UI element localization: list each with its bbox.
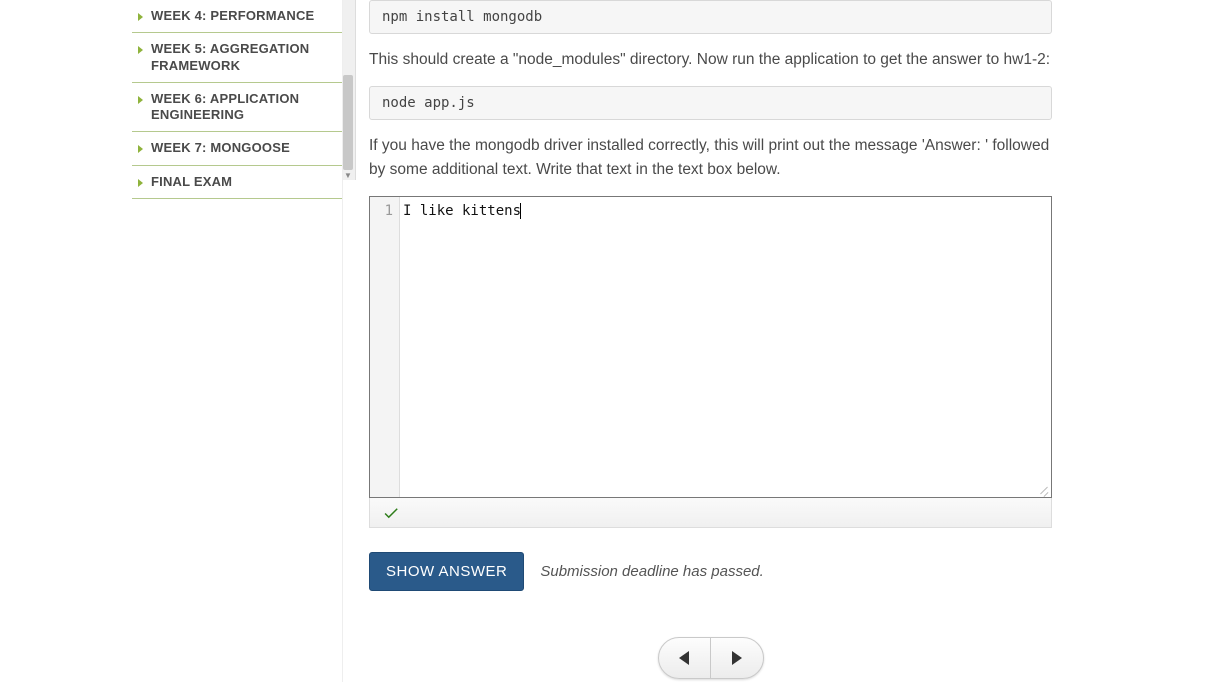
lesson-nav [369, 637, 1052, 679]
prev-button[interactable] [659, 638, 711, 678]
deadline-text: Submission deadline has passed. [540, 563, 763, 580]
checkmark-icon [380, 504, 402, 522]
course-sidebar: Week 4: Performance Week 5: Aggregation … [132, 0, 342, 682]
editor-gutter: 1 [370, 197, 400, 497]
sidebar-item-label: Week 6: Application Engineering [151, 91, 332, 124]
sidebar-item-label: Final Exam [151, 174, 232, 190]
chevron-right-icon [138, 145, 143, 153]
line-number: 1 [370, 203, 393, 219]
sidebar-item-week5[interactable]: Week 5: Aggregation Framework [132, 33, 342, 83]
triangle-left-icon [679, 651, 689, 665]
next-button[interactable] [711, 638, 763, 678]
sidebar-item-week7[interactable]: Week 7: Mongoose [132, 132, 342, 165]
sidebar-item-final-exam[interactable]: Final Exam [132, 166, 342, 199]
editor-text: I like kittens [403, 203, 521, 219]
answer-status-row [369, 498, 1052, 528]
answer-editor[interactable]: 1 I like kittens [369, 196, 1052, 498]
chevron-right-icon [138, 96, 143, 104]
sidebar-item-week6[interactable]: Week 6: Application Engineering [132, 83, 342, 133]
editor-content[interactable]: I like kittens [400, 197, 1051, 497]
instruction-text: This should create a "node_modules" dire… [369, 48, 1052, 72]
code-block-install: npm install mongodb [369, 0, 1052, 34]
lesson-content: npm install mongodb This should create a… [342, 0, 1062, 682]
sidebar-item-label: Week 5: Aggregation Framework [151, 41, 332, 74]
chevron-right-icon [138, 179, 143, 187]
sidebar-item-label: Week 4: Performance [151, 8, 314, 24]
triangle-right-icon [732, 651, 742, 665]
action-row: SHOW ANSWER Submission deadline has pass… [369, 552, 1052, 591]
text-cursor [520, 203, 521, 219]
sidebar-item-label: Week 7: Mongoose [151, 140, 290, 156]
instruction-text: If you have the mongodb driver installed… [369, 134, 1052, 182]
prev-next-pill [658, 637, 764, 679]
chevron-right-icon [138, 46, 143, 54]
resize-handle-icon[interactable] [1037, 483, 1049, 495]
show-answer-button[interactable]: SHOW ANSWER [369, 552, 524, 591]
code-block-run: node app.js [369, 86, 1052, 120]
chevron-right-icon [138, 13, 143, 21]
sidebar-item-week4[interactable]: Week 4: Performance [132, 0, 342, 33]
